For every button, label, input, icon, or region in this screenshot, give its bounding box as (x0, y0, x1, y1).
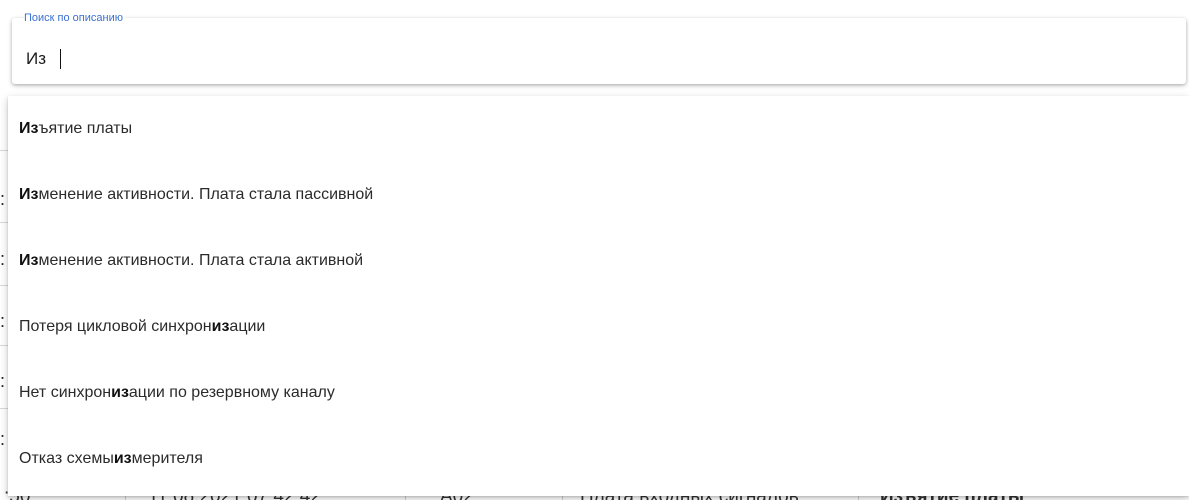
match-highlight: из (211, 318, 230, 335)
match-highlight: Из (19, 120, 39, 137)
match-highlight: из (113, 450, 132, 467)
match-highlight: Из (19, 186, 39, 203)
suggestion-item[interactable]: Из ъятие платы (8, 96, 1189, 162)
text-caret (60, 49, 61, 69)
suggestion-item[interactable]: Нет синхрон из ации по резервному каналу (8, 360, 1189, 426)
suggestion-item[interactable]: Из менение активности. Плата стала активн… (8, 228, 1189, 294)
autocomplete-dropdown: Из ъятие платы Из менение активности. Плат… (8, 96, 1189, 496)
match-highlight: из (111, 384, 129, 401)
match-highlight: Из (19, 252, 39, 269)
suggestion-item[interactable]: Из менение активности. Плата стала пассив… (8, 162, 1189, 228)
suggestion-item[interactable]: Отказ схемы из мерителя (8, 426, 1189, 492)
suggestion-item[interactable]: Потеря цикловой синхрон из ации (8, 294, 1189, 360)
search-input[interactable] (26, 46, 1126, 72)
description-search-field[interactable]: Поиск по описанию (12, 11, 1186, 84)
search-label: Поиск по описанию (24, 11, 125, 25)
